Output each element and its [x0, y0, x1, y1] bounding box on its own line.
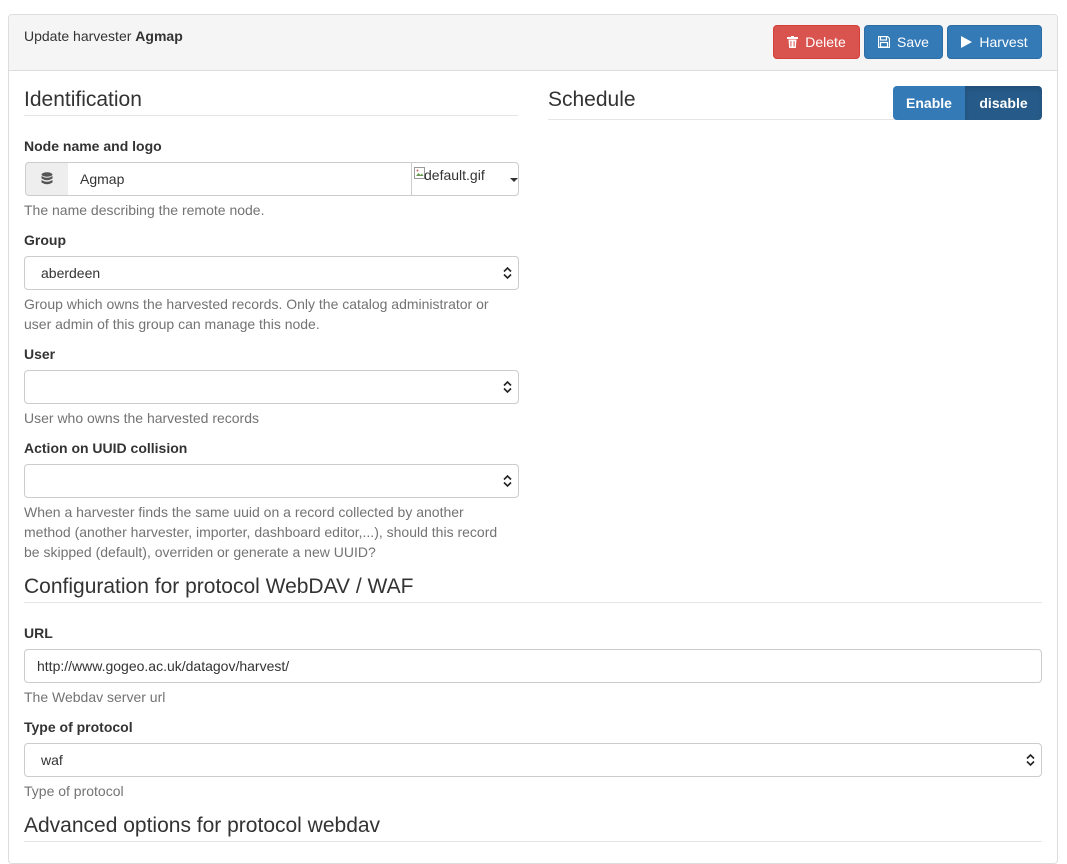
disable-button[interactable]: disable — [965, 86, 1042, 120]
uuid-collision-help-2: method (another harvester, importer, das… — [24, 524, 498, 540]
title-prefix: Update harvester — [24, 28, 132, 44]
url-input[interactable]: http://www.gogeo.ac.uk/datagov/harvest/ — [24, 649, 1042, 683]
group-select[interactable]: aberdeen — [24, 256, 519, 290]
node-addon — [25, 162, 69, 196]
harvester-name: Agmap — [135, 28, 183, 44]
harvester-panel: Update harvester Agmap Delete Save Harve… — [8, 14, 1058, 864]
database-icon — [41, 172, 53, 185]
group-selected-value: aberdeen — [41, 265, 101, 281]
trash-icon — [787, 36, 799, 48]
page-title: Update harvester Agmap — [24, 28, 183, 44]
caret-down-icon — [510, 178, 518, 182]
node-name-input[interactable]: Agmap — [68, 162, 412, 196]
uuid-collision-help-1: When a harvester finds the same uuid on … — [24, 504, 464, 520]
logo-alt-text: default.gif — [424, 167, 485, 183]
schedule-title: Schedule — [548, 88, 636, 111]
url-help: The Webdav server url — [24, 689, 166, 705]
user-select[interactable] — [24, 370, 519, 404]
schedule-toggle: Enable disable — [893, 86, 1042, 120]
delete-label: Delete — [805, 34, 846, 50]
protocol-type-selected-value: waf — [41, 752, 63, 768]
protocol-type-label: Type of protocol — [24, 719, 133, 735]
protocol-divider — [24, 602, 1042, 603]
node-name-label: Node name and logo — [24, 138, 162, 154]
enable-button[interactable]: Enable — [893, 86, 965, 120]
save-button[interactable]: Save — [864, 25, 943, 59]
play-icon — [961, 36, 973, 48]
group-label: Group — [24, 232, 66, 248]
logo-dropdown[interactable]: default.gif — [411, 162, 519, 196]
identification-title: Identification — [24, 88, 142, 111]
identification-divider — [24, 115, 518, 116]
advanced-divider — [24, 841, 1042, 842]
url-label: URL — [24, 625, 53, 641]
uuid-collision-help-3: be skipped (default), overriden or gener… — [24, 544, 376, 560]
select-arrows-icon — [1026, 753, 1035, 767]
protocol-config-title: Configuration for protocol WebDAV / WAF — [24, 575, 414, 598]
panel-heading: Update harvester Agmap Delete Save Harve… — [9, 15, 1057, 71]
floppy-disk-icon — [878, 36, 891, 48]
save-label: Save — [897, 34, 929, 50]
harvest-label: Harvest — [979, 34, 1028, 50]
node-name-help: The name describing the remote node. — [24, 202, 265, 218]
user-help: User who owns the harvested records — [24, 410, 259, 426]
group-help-1: Group which owns the harvested records. … — [24, 296, 489, 312]
select-arrows-icon — [503, 266, 512, 280]
protocol-type-help: Type of protocol — [24, 783, 124, 799]
select-arrows-icon — [503, 474, 512, 488]
advanced-options-title: Advanced options for protocol webdav — [24, 814, 381, 837]
uuid-collision-select[interactable] — [24, 464, 519, 498]
delete-button[interactable]: Delete — [773, 25, 860, 59]
select-arrows-icon — [503, 380, 512, 394]
user-label: User — [24, 346, 56, 362]
uuid-collision-label: Action on UUID collision — [24, 440, 188, 456]
harvest-button[interactable]: Harvest — [947, 25, 1042, 59]
protocol-type-select[interactable]: waf — [24, 743, 1042, 777]
group-help-2: user admin of this group can manage this… — [24, 316, 320, 332]
